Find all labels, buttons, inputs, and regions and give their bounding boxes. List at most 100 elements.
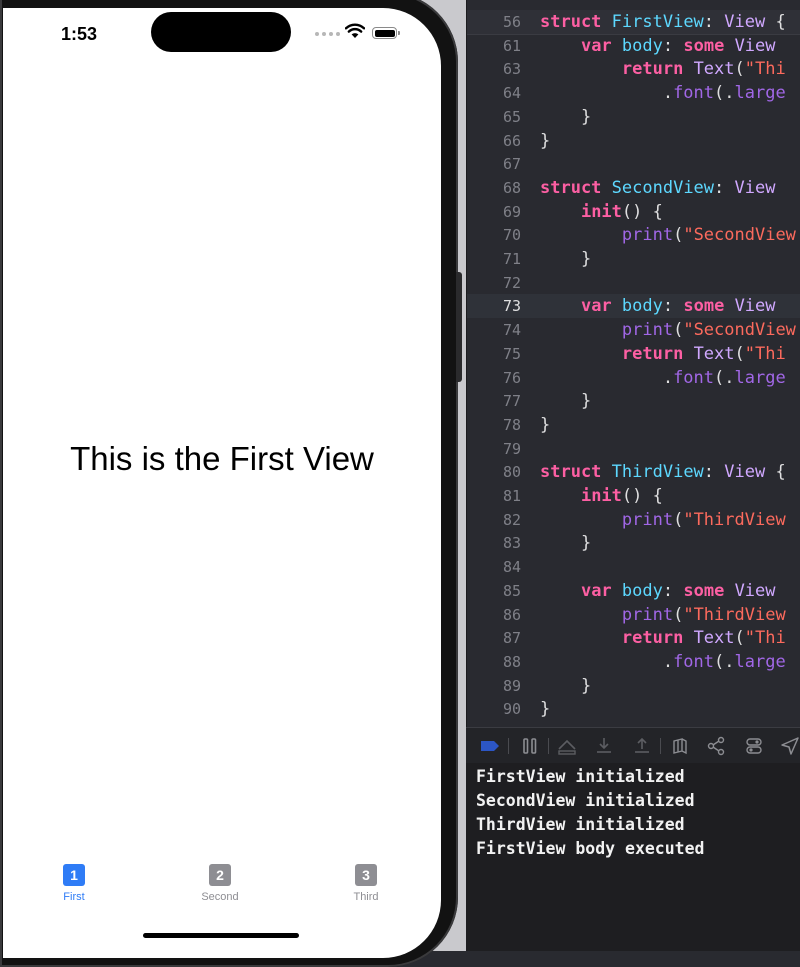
code-line[interactable]: 76 .font(.large [467,366,800,390]
code-line[interactable]: 61 var body: some View [467,34,800,58]
code-line[interactable]: 78} [467,413,800,437]
code-token: font [673,651,715,672]
line-number: 72 [502,273,521,292]
code-text: } [540,531,591,555]
code-token: print [621,320,674,341]
code-text: var body: some View [540,34,776,58]
tab-second-badge-icon: 2 [209,864,231,886]
line-number: 83 [502,534,521,553]
code-token: large [734,651,786,672]
debug-toolbar [466,727,800,763]
code-line[interactable]: 84 [467,555,800,579]
code-line[interactable]: 69 init() { [467,200,800,224]
tab-second[interactable]: 2 Second [175,864,265,903]
code-token: var [580,35,612,56]
code-line[interactable]: 68 struct SecondView: View [467,176,800,200]
code-line[interactable]: 75 return Text("Thi [467,342,800,366]
code-token: . [540,83,674,104]
line-number: 86 [502,605,521,624]
step-into-icon[interactable] [594,736,614,756]
code-line[interactable]: 83 } [467,531,800,555]
code-line[interactable]: 86 print("ThirdView [467,603,800,627]
pause-icon[interactable] [520,736,540,756]
code-token: : [714,177,735,198]
code-line[interactable]: 82 print("ThirdView [467,508,800,532]
code-token: View [734,580,776,601]
code-token: } [540,699,551,720]
code-line[interactable]: 77 } [467,389,800,413]
code-text: struct ThirdView: View { [540,460,786,484]
code-text: return Text("Thi [540,342,786,366]
home-indicator[interactable] [143,933,299,938]
code-token: ( [734,628,745,649]
code-token: () { [621,486,663,506]
code-token: "SecondView [683,225,796,246]
dynamic-island [151,12,291,52]
code-text: } [540,674,591,698]
code-token: View [724,462,766,483]
code-line[interactable]: 73 var body: some View [467,294,800,319]
code-line[interactable]: 87 return Text("Thi [467,626,800,650]
toolbar-divider [660,738,661,754]
code-editor[interactable]: 56 struct FirstView: View {61 var body: s… [466,0,800,727]
code-line[interactable]: 71 } [467,247,800,271]
code-line[interactable]: 64 .font(.large [467,81,800,105]
code-text: struct SecondView: View [540,176,775,200]
code-token: ( [673,509,684,530]
code-line[interactable]: 56 struct FirstView: View { [467,10,800,35]
environment-overrides-icon[interactable] [744,736,764,756]
code-line[interactable]: 80 struct ThirdView: View { [467,460,800,484]
breakpoint-toggle-icon[interactable] [480,736,500,756]
code-token: SecondView [611,177,715,198]
code-token: . [540,367,674,388]
code-line[interactable]: 66} [467,129,800,153]
code-text: .font(.large [540,650,786,674]
code-token: ( [673,320,684,341]
code-line[interactable]: 89 } [467,674,800,698]
code-line[interactable]: 63 return Text("Thi [467,57,800,81]
location-icon[interactable] [780,736,800,756]
code-line[interactable]: 79 [467,437,800,461]
code-token: { [765,462,786,483]
status-bar-indicators [315,22,425,46]
code-token: font [673,367,715,388]
code-token: : [703,462,725,483]
side-button [456,272,462,382]
iphone-screen: 1:53 This is the First View 1 First 2 Se… [3,8,441,958]
tab-third[interactable]: 3 Third [321,864,411,903]
line-number: 82 [502,510,521,529]
code-line[interactable]: 74 print("SecondView [467,318,800,342]
code-token: : [662,35,684,56]
code-token: "ThirdView [683,509,786,530]
line-number: 87 [502,629,521,648]
code-line[interactable]: 90} [467,697,800,721]
memory-graph-icon[interactable] [706,736,726,756]
code-line[interactable]: 88 .font(.large [467,650,800,674]
code-line[interactable]: 65 } [467,105,800,129]
code-token: ( [734,343,745,364]
code-line[interactable]: 70 print("SecondView [467,223,800,247]
code-token: } [540,130,551,151]
code-token: "SecondView [683,320,796,341]
step-out-icon[interactable] [632,736,652,756]
code-line[interactable]: 67 [467,152,800,176]
code-token: font [673,83,715,104]
code-line[interactable]: 72 [467,271,800,295]
code-line[interactable]: 81 init() { [467,484,800,508]
line-number: 65 [502,107,521,126]
debug-console[interactable]: FirstView initialized SecondView initial… [466,763,800,951]
console-line: SecondView initialized [476,791,695,810]
tab-third-label: Third [353,891,379,903]
step-over-icon[interactable] [556,736,578,756]
cellular-signal-icon [315,32,340,36]
code-line[interactable]: 85 var body: some View [467,579,800,603]
code-text: init() { [540,484,663,508]
view-hierarchy-icon[interactable] [670,736,690,756]
tab-first-label: First [63,891,85,903]
code-token: View [734,35,776,56]
tab-first[interactable]: 1 First [29,864,119,903]
